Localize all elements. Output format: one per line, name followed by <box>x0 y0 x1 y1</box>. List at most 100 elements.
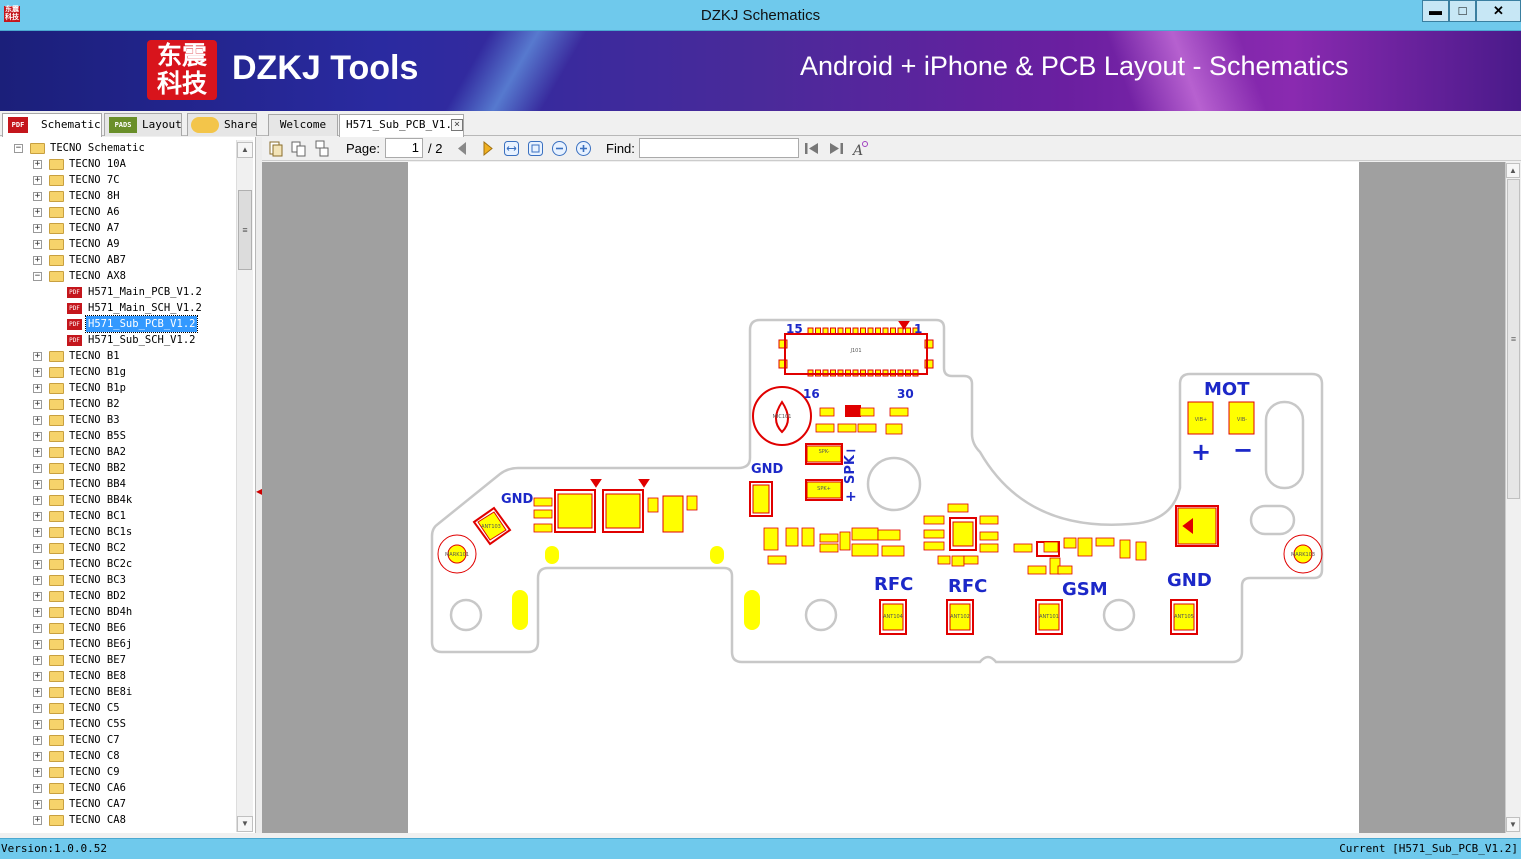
expand-icon[interactable]: + <box>33 656 42 665</box>
tree-folder[interactable]: + TECNO A6 <box>0 204 236 220</box>
expand-icon[interactable]: + <box>33 768 42 777</box>
expand-icon[interactable]: + <box>33 240 42 249</box>
pages-icon[interactable] <box>290 140 307 157</box>
expand-icon[interactable]: + <box>33 704 42 713</box>
maximize-button[interactable]: □ <box>1449 0 1476 22</box>
expand-icon[interactable]: + <box>33 384 42 393</box>
expand-icon[interactable]: + <box>33 688 42 697</box>
tree-folder[interactable]: + TECNO C8 <box>0 748 236 764</box>
close-button[interactable]: ✕ <box>1476 0 1521 22</box>
previous-page-icon[interactable] <box>454 140 471 157</box>
scroll-up-icon[interactable]: ▲ <box>237 142 253 158</box>
tree-folder[interactable]: + TECNO B5S <box>0 428 236 444</box>
tree-folder[interactable]: + TECNO BD2 <box>0 588 236 604</box>
expand-icon[interactable]: + <box>33 464 42 473</box>
copy-icon[interactable] <box>267 140 284 157</box>
expand-icon[interactable]: + <box>33 480 42 489</box>
tree-folder[interactable]: + TECNO B1 <box>0 348 236 364</box>
expand-icon[interactable]: + <box>33 752 42 761</box>
tree-folder[interactable]: + TECNO 8H <box>0 188 236 204</box>
expand-icon[interactable]: + <box>33 432 42 441</box>
tree-folder[interactable]: + TECNO BE8 <box>0 668 236 684</box>
tree-folder[interactable]: + TECNO BA2 <box>0 444 236 460</box>
collapse-icon[interactable]: − <box>14 144 23 153</box>
scroll-down-icon[interactable]: ▼ <box>237 816 253 832</box>
viewer-scrollbar[interactable]: ▲ ≡ ▼ <box>1505 162 1521 833</box>
expand-icon[interactable]: + <box>33 368 42 377</box>
tree-folder[interactable]: + TECNO B2 <box>0 396 236 412</box>
fit-page-icon[interactable] <box>527 140 544 157</box>
expand-icon[interactable]: + <box>33 496 42 505</box>
tree-folder[interactable]: + TECNO BE7 <box>0 652 236 668</box>
continuous-pages-icon[interactable] <box>314 140 331 157</box>
scroll-thumb[interactable]: ≡ <box>238 190 252 270</box>
expand-icon[interactable]: + <box>33 592 42 601</box>
expand-icon[interactable]: + <box>33 400 42 409</box>
expand-icon[interactable]: + <box>33 352 42 361</box>
tree-folder[interactable]: + TECNO A9 <box>0 236 236 252</box>
tree-folder[interactable]: + TECNO BC2 <box>0 540 236 556</box>
close-tab-icon[interactable]: × <box>451 119 463 131</box>
expand-icon[interactable]: + <box>33 736 42 745</box>
tree-folder[interactable]: + TECNO BE8i <box>0 684 236 700</box>
expand-icon[interactable]: + <box>33 800 42 809</box>
next-page-icon[interactable] <box>479 140 496 157</box>
tree-scrollbar[interactable]: ▲ ≡ ▼ <box>236 140 253 832</box>
expand-icon[interactable]: + <box>33 784 42 793</box>
tree-folder[interactable]: + TECNO BC3 <box>0 572 236 588</box>
find-options-icon[interactable]: A <box>852 140 869 157</box>
tree-folder-expanded[interactable]: − TECNO AX8 <box>0 268 236 284</box>
tree-folder[interactable]: + TECNO CA6 <box>0 780 236 796</box>
viewer-scroll-up-icon[interactable]: ▲ <box>1506 163 1520 178</box>
tree-folder[interactable]: + TECNO CA8 <box>0 812 236 828</box>
expand-icon[interactable]: + <box>33 448 42 457</box>
find-input[interactable] <box>639 138 799 158</box>
page-number-input[interactable]: 1 <box>385 138 423 158</box>
tree-folder[interactable]: + TECNO 10A <box>0 156 236 172</box>
expand-icon[interactable]: + <box>33 224 42 233</box>
expand-icon[interactable]: + <box>33 560 42 569</box>
expand-icon[interactable]: + <box>33 544 42 553</box>
expand-icon[interactable]: + <box>33 640 42 649</box>
tree-file[interactable]: PDF H571_Sub_PCB_V1.2 <box>0 315 236 333</box>
tree-folder[interactable]: + TECNO C5S <box>0 716 236 732</box>
expand-icon[interactable]: + <box>33 256 42 265</box>
minimize-button[interactable]: ▬ <box>1422 0 1449 22</box>
find-previous-icon[interactable] <box>803 140 820 157</box>
tree-file[interactable]: PDF H571_Main_SCH_V1.2 <box>0 300 236 316</box>
expand-icon[interactable]: + <box>33 512 42 521</box>
expand-icon[interactable]: + <box>33 176 42 185</box>
expand-icon[interactable]: + <box>33 208 42 217</box>
find-next-icon[interactable] <box>828 140 845 157</box>
tree-folder[interactable]: + TECNO BC1s <box>0 524 236 540</box>
tree-folder[interactable]: + TECNO C9 <box>0 764 236 780</box>
expand-icon[interactable]: + <box>33 192 42 201</box>
tree-folder[interactable]: + TECNO BB4k <box>0 492 236 508</box>
fit-width-icon[interactable] <box>503 140 520 157</box>
tree-folder[interactable]: + TECNO BC1 <box>0 508 236 524</box>
tree-file[interactable]: PDF H571_Main_PCB_V1.2 <box>0 284 236 300</box>
expand-icon[interactable]: + <box>33 576 42 585</box>
tab-share[interactable]: Share <box>187 113 257 136</box>
doctab-welcome[interactable]: Welcome <box>268 114 338 136</box>
tree-folder[interactable]: + TECNO BB4 <box>0 476 236 492</box>
tree-folder[interactable]: + TECNO 7C <box>0 172 236 188</box>
tree-root[interactable]: − TECNO Schematic <box>0 140 236 156</box>
tree-folder[interactable]: + TECNO BE6j <box>0 636 236 652</box>
expand-icon[interactable]: + <box>33 624 42 633</box>
tree-folder[interactable]: + TECNO BE6 <box>0 620 236 636</box>
expand-icon[interactable]: + <box>33 528 42 537</box>
expand-icon[interactable]: + <box>33 608 42 617</box>
tab-schematic[interactable]: PDF Schematic <box>2 113 102 137</box>
collapse-icon[interactable]: − <box>33 272 42 281</box>
viewer-scroll-thumb[interactable]: ≡ <box>1507 179 1520 499</box>
tree-folder[interactable]: + TECNO C5 <box>0 700 236 716</box>
expand-icon[interactable]: + <box>33 416 42 425</box>
tab-layout[interactable]: PADS Layout <box>104 113 182 136</box>
tree-folder[interactable]: + TECNO B3 <box>0 412 236 428</box>
zoom-in-icon[interactable] <box>575 140 592 157</box>
tree-folder[interactable]: + TECNO BD4h <box>0 604 236 620</box>
tree-folder[interactable]: + TECNO CA7 <box>0 796 236 812</box>
tree-folder[interactable]: + TECNO A7 <box>0 220 236 236</box>
tree-folder[interactable]: + TECNO C7 <box>0 732 236 748</box>
